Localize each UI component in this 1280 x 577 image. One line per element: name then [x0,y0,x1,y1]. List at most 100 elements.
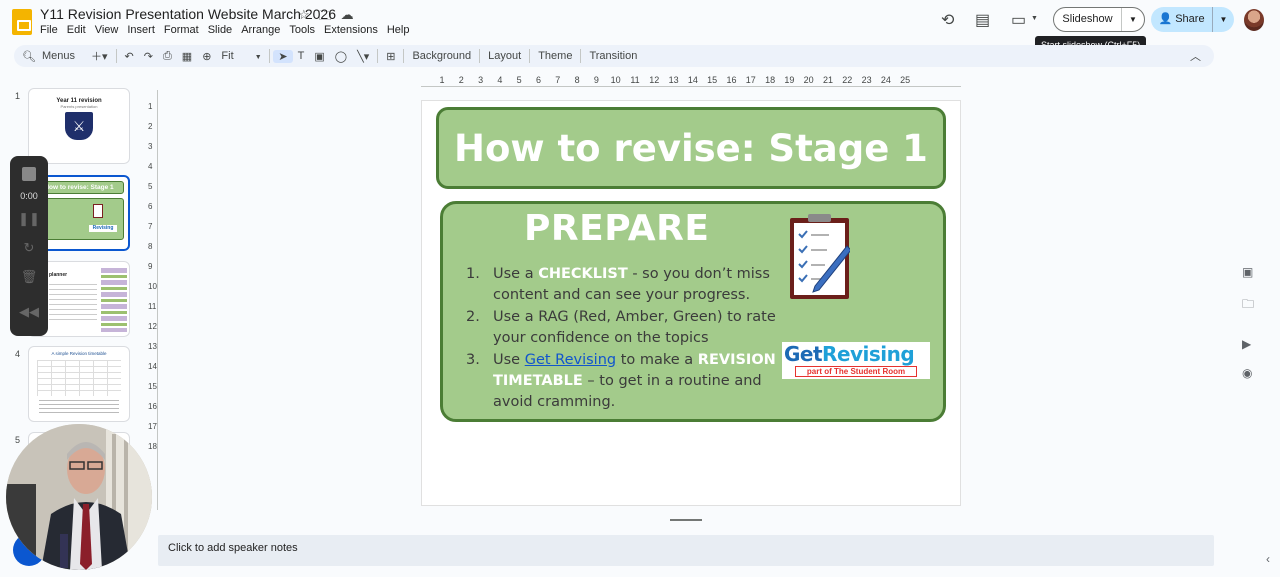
print-icon[interactable]: ⎙ [158,50,177,63]
ruler-tick-label: 5 [516,75,522,85]
ruler-tick-label: 9 [593,75,599,85]
horizontal-ruler[interactable]: 1 2 3 4 5 6 7 8 9 10 11 12 13 14 15 16 17 18 19 20 21 22 23 24 2… [421,75,961,87]
theme-button[interactable]: Theme [533,50,577,62]
ruler-tick-label: 13 [148,342,157,351]
menu-extensions[interactable]: Extensions [324,24,383,36]
paint-format-icon[interactable]: ▦ [177,50,197,63]
shape-icon[interactable]: ◯ [330,50,352,63]
prepare-heading[interactable]: PREPARE [524,208,709,249]
ruler-tick-label: 22 [842,75,853,85]
logo-subtitle: part of The Student Room [795,366,917,377]
text-box-icon[interactable]: T [293,50,310,62]
layout-button[interactable]: Layout [483,50,526,62]
history-icon[interactable]: ⟲ [941,10,954,30]
line-icon[interactable]: ╲▾ [352,50,374,63]
ruler-tick-label: 3 [478,75,484,85]
menu-tools[interactable]: Tools [289,24,320,36]
expand-panel-icon[interactable]: ‹ [1266,552,1270,566]
ruler-tick-label: 8 [148,242,153,251]
ruler-tick-label: 4 [148,162,153,171]
ruler-tick-label: 11 [148,302,157,311]
menu-arrange[interactable]: Arrange [241,24,285,36]
revision-steps-list[interactable]: 1. Use a CHECKLIST - so you don’t miss c… [466,264,786,414]
new-slide-icon[interactable]: ＋▾ [86,48,113,64]
menu-slide[interactable]: Slide [208,24,237,36]
thumb-subtitle: Parents presentation [60,104,98,109]
toolbar: 🔍︎ Menus ＋▾ ↶ ↷ ⎙ ▦ ⊕ Fit ▼ ➤ T ▣ ◯ ╲▾ ⊞… [14,45,1214,67]
recording-time: 0:00 [20,191,38,201]
ruler-tick-label: 17 [745,75,756,85]
menu-format[interactable]: Format [164,24,204,36]
menu-file[interactable]: File [40,24,63,36]
undo-icon[interactable]: ↶ [120,50,139,63]
slide-thumbnail-4[interactable]: A simple Revision timetable [28,346,130,422]
comment-icon[interactable]: ▤ [975,10,990,30]
slides-panel-icon[interactable]: ▶ [1242,337,1251,351]
avatar[interactable] [1244,9,1264,31]
get-revising-link[interactable]: Get Revising [525,352,616,368]
ruler-tick-label: 2 [148,122,153,131]
maps-icon[interactable]: ◉ [1242,366,1252,380]
ruler-tick-label: 25 [900,75,911,85]
redo-icon[interactable]: ↷ [139,50,158,63]
add-comment-icon[interactable]: ⊞ [381,50,400,63]
pause-icon[interactable]: ❚❚ [10,211,48,227]
select-cursor-icon[interactable]: ➤ [273,49,293,63]
notes-resize-handle[interactable] [670,519,702,521]
ruler-tick-label: 17 [148,422,157,431]
ruler-tick-label: 12 [649,75,660,85]
zoom-icon[interactable]: ⊕ [197,50,216,63]
clipboard-checklist-icon[interactable] [789,214,850,300]
background-button[interactable]: Background [407,50,476,62]
menu-insert[interactable]: Insert [127,24,160,36]
menu-view[interactable]: View [95,24,124,36]
ruler-tick-label: 9 [148,262,153,271]
slide-number: 1 [15,91,21,101]
chevron-down-icon[interactable]: ▼ [1031,15,1038,22]
ruler-tick-label: 21 [822,75,834,85]
chevron-down-icon[interactable]: ▼ [1122,15,1144,24]
slideshow-label[interactable]: Slideshow [1054,8,1122,31]
slide-title[interactable]: How to revise: Stage 1 [436,107,946,189]
people-icon: 👤 [1158,13,1176,25]
ruler-tick-label: 2 [458,75,464,85]
share-button[interactable]: 👤 Share ▼ [1151,7,1234,32]
menus-search[interactable]: 🔍︎ Menus [14,50,86,63]
speaker-notes[interactable]: Click to add speaker notes [158,535,1214,566]
zoom-select[interactable]: Fit ▼ [216,50,266,62]
ruler-tick-label: 4 [497,75,503,85]
menu-edit[interactable]: Edit [67,24,91,36]
image-icon[interactable]: ▣ [309,50,329,63]
document-title[interactable]: Y11 Revision Presentation Website March … [40,6,336,22]
get-revising-logo[interactable]: GetRevising part of The Student Room [782,342,930,379]
video-camera-icon[interactable]: ▭ [1011,10,1026,30]
delete-icon[interactable]: 🗑 [10,269,48,285]
ruler-tick-label: 7 [555,75,561,85]
screen-recorder-widget: 0:00 ❚❚ ↻ 🗑 ◀◀ [10,156,48,336]
transition-button[interactable]: Transition [584,50,642,62]
keep-icon[interactable]: ▣ [1242,265,1253,279]
webcam-video [6,424,152,570]
webcam-image [6,424,152,570]
ruler-tick-label: 12 [148,322,157,331]
ruler-tick-label: 16 [148,402,157,411]
ruler-tick-label: 6 [148,202,153,211]
vertical-ruler[interactable]: 1 2 3 4 5 6 7 8 9 10 11 12 13 14 15 16 17 18 [148,90,158,510]
slideshow-button[interactable]: Slideshow ▼ [1053,7,1145,32]
slides-logo-icon[interactable] [12,9,32,35]
chevron-down-icon[interactable]: ▼ [1213,15,1234,24]
ruler-tick-label: 20 [803,75,814,85]
stop-record-icon[interactable] [22,167,36,181]
ruler-tick-label: 23 [861,75,872,85]
ruler-tick-label: 10 [148,282,157,291]
rewind-icon[interactable]: ◀◀ [10,304,48,320]
folder-icon[interactable]: 🗀 [1242,295,1254,316]
ruler-tick-label: 5 [148,182,153,191]
menu-help[interactable]: Help [387,24,415,36]
restart-icon[interactable]: ↻ [10,240,48,256]
share-label[interactable]: 👤 Share [1151,7,1213,32]
slide-thumbnail-1[interactable]: Year 11 revision Parents presentation ⚔ [28,88,130,164]
ruler-tick-label: 14 [687,75,698,85]
collapse-toolbar-icon[interactable]: ︿ [1185,48,1206,64]
ruler-tick-label: 15 [148,382,157,391]
